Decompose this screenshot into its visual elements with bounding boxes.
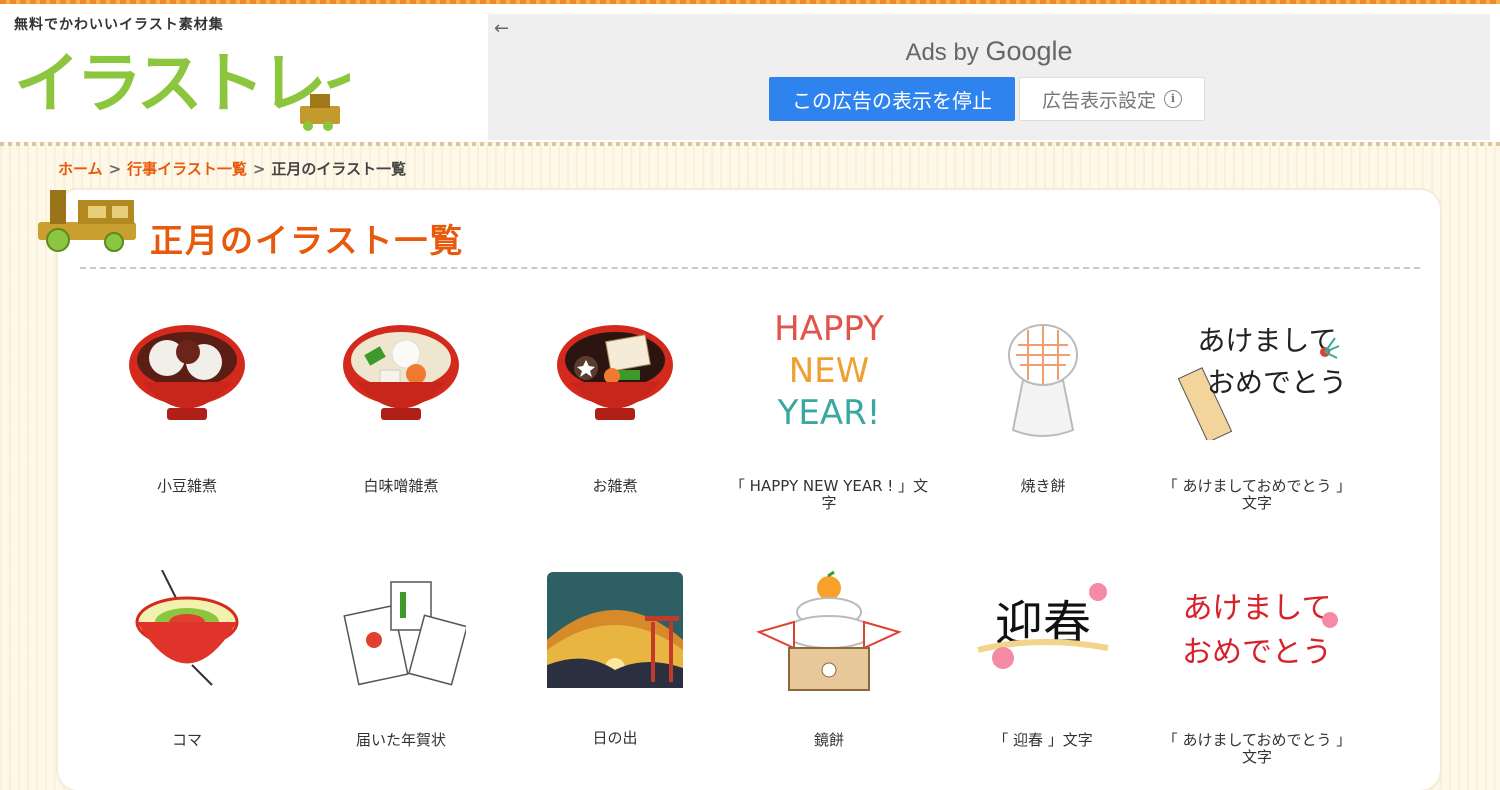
illustration-card[interactable]: HAPPY NEW YEAR! 「 HAPPY NEW YEAR ! 」文字: [729, 310, 929, 512]
svg-text:おめでとう: おめでとう: [1207, 366, 1347, 399]
illustration-card[interactable]: お雑煮: [515, 310, 715, 495]
illustration-card[interactable]: 鏡餅: [729, 570, 929, 749]
card-label: 小豆雑煮: [156, 477, 217, 495]
illustration-card[interactable]: 届いた年賀状: [301, 570, 501, 749]
svg-text:あけまして: あけまして: [1197, 324, 1336, 357]
svg-text:HAPPY: HAPPY: [774, 310, 884, 349]
svg-text:NEW: NEW: [789, 351, 870, 391]
breadcrumb-home[interactable]: ホーム: [58, 160, 103, 178]
ozoni-icon: [557, 325, 673, 420]
train-icon: [38, 190, 136, 252]
akemashite-hagoita-icon: あけまして おめでとう: [1177, 324, 1347, 440]
stop-ad-button[interactable]: この広告の表示を停止: [769, 77, 1015, 121]
illustration-card[interactable]: あけまして おめでとう 「 あけましておめでとう 」文字: [1157, 570, 1357, 766]
card-label: 白味噌雑煮: [363, 477, 439, 495]
svg-text:YEAR!: YEAR!: [777, 393, 881, 433]
happy-new-year-text-icon: HAPPY NEW YEAR!: [774, 310, 884, 433]
breadcrumb-current: 正月のイラスト一覧: [271, 160, 407, 178]
breadcrumb-separator: >: [108, 160, 122, 178]
ad-banner: ← Ads by Google この広告の表示を停止 広告表示設定 i: [488, 14, 1490, 140]
illustration-card[interactable]: 日の出: [515, 570, 715, 747]
ad-settings-button[interactable]: 広告表示設定 i: [1019, 77, 1205, 121]
nengajo-cards-icon: [343, 581, 466, 686]
ad-settings-label: 広告表示設定: [1041, 89, 1156, 112]
site-tagline: 無料でかわいいイラスト素材集: [14, 17, 224, 33]
card-label: コマ: [171, 731, 202, 749]
card-label: 「 迎春 」文字: [993, 731, 1093, 749]
ads-by-google: Ads by Google: [905, 36, 1073, 66]
site-logo[interactable]: イラストレイン: [10, 34, 350, 134]
svg-text:おめでとう: おめでとう: [1182, 635, 1332, 670]
card-label: 「 あけましておめでとう 」文字: [1162, 731, 1352, 766]
header-divider: [0, 142, 1500, 146]
breadcrumb: ホーム > 行事イラスト一覧 > 正月のイラスト一覧: [58, 158, 406, 179]
info-icon: i: [1164, 90, 1182, 108]
card-label: 鏡餅: [813, 731, 844, 749]
azuki-zoni-icon: [129, 325, 245, 420]
card-label: お雑煮: [592, 477, 638, 495]
illustration-card[interactable]: 白味噌雑煮: [301, 310, 501, 495]
yakimochi-icon: [1008, 324, 1078, 437]
card-label: 焼き餅: [1020, 477, 1066, 495]
illustration-card[interactable]: 迎春 「 迎春 」文字: [943, 570, 1143, 749]
card-label: 「 あけましておめでとう 」文字: [1162, 477, 1352, 512]
kagami-mochi-icon: [756, 570, 902, 691]
illustration-card[interactable]: 焼き餅: [943, 310, 1143, 495]
svg-text:イラストレイン: イラストレイン: [14, 45, 350, 122]
card-label: 「 HAPPY NEW YEAR ! 」文字: [729, 477, 929, 512]
title-divider: [80, 267, 1420, 269]
site-header: 無料でかわいいイラスト素材集 イラストレイン ← Ads by Google こ…: [0, 4, 1500, 142]
illustration-card[interactable]: あけまして おめでとう 「 あけましておめでとう 」文字: [1157, 310, 1357, 512]
geishun-text-icon: 迎春: [977, 583, 1109, 669]
card-label: 日の出: [592, 729, 638, 747]
akemashite-text-icon: あけまして おめでとう: [1182, 591, 1338, 670]
card-label: 届いた年賀状: [355, 731, 446, 749]
illustration-card[interactable]: コマ: [87, 570, 287, 749]
svg-text:あけまして: あけまして: [1182, 591, 1331, 626]
sunrise-torii-icon: [547, 572, 683, 688]
breadcrumb-separator: >: [252, 160, 266, 178]
koma-top-icon: [135, 570, 239, 686]
breadcrumb-events[interactable]: 行事イラスト一覧: [127, 160, 247, 178]
illustration-card[interactable]: 小豆雑煮: [87, 310, 287, 495]
shiromiso-zoni-icon: [343, 325, 459, 420]
page-title: 正月のイラスト一覧: [150, 221, 465, 260]
